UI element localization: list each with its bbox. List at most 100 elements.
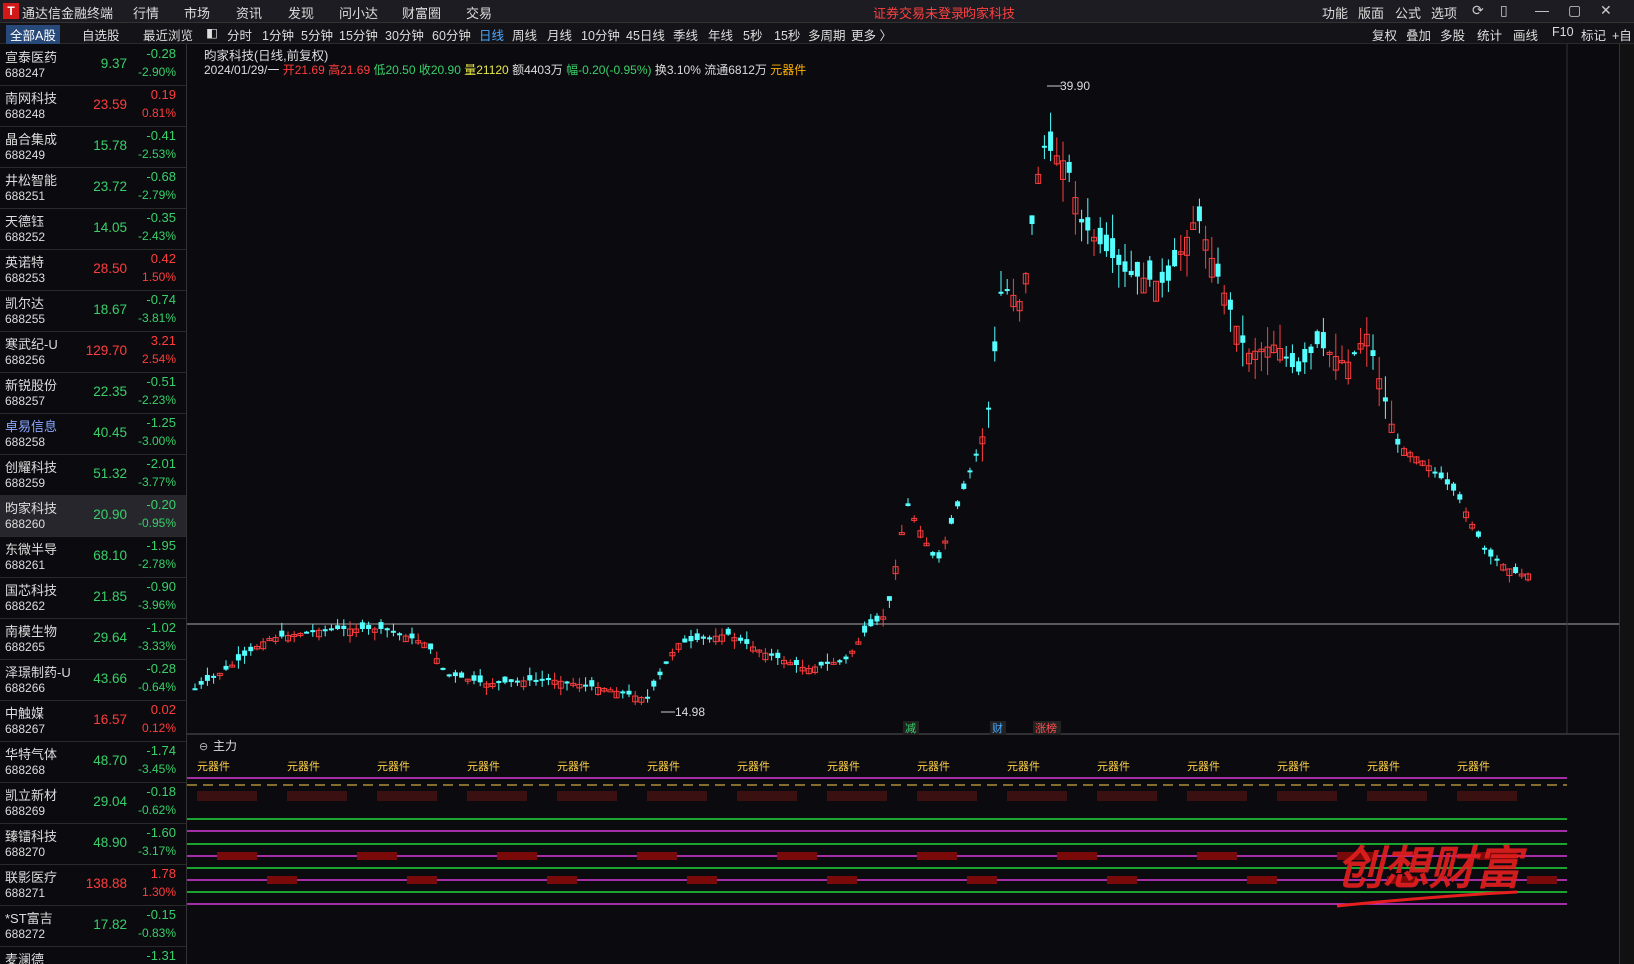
tab-period-quarter[interactable]: 季线 (673, 25, 698, 44)
tab-period-fenshi[interactable]: 分时 (227, 25, 252, 44)
stock-row[interactable]: 联影医疗 688271 138.88 1.78 1.30% (0, 864, 186, 906)
tool-f10[interactable]: F10 (1552, 25, 1574, 39)
stock-change: -2.01 (146, 456, 176, 471)
menu-shichang[interactable]: 市场 (184, 3, 210, 22)
stock-row[interactable]: 麦澜德 -1.31 (0, 946, 186, 964)
menu-hangqing[interactable]: 行情 (133, 3, 159, 22)
tab-period-daily[interactable]: 日线 (479, 25, 504, 44)
stock-row[interactable]: 东微半导 688261 68.10 -1.95 -2.78% (0, 536, 186, 578)
panel-toggle-icon[interactable]: ◧ (206, 25, 218, 40)
stock-row[interactable]: 井松智能 688251 23.72 -0.68 -2.79% (0, 167, 186, 209)
stock-row[interactable]: 卓易信息 688258 40.45 -1.25 -3.00% (0, 413, 186, 455)
tab-watchlist[interactable]: 自选股 (82, 25, 120, 44)
tab-period-year[interactable]: 年线 (708, 25, 733, 44)
tab-recent[interactable]: 最近浏览 (143, 25, 193, 44)
candle-body-down (936, 552, 942, 559)
candle-body-down (1494, 558, 1500, 561)
stock-row[interactable]: 创耀科技 688259 51.32 -2.01 -3.77% (0, 454, 186, 496)
stock-row[interactable]: 昀家科技 688260 20.90 -0.20 -0.95% (0, 495, 186, 537)
candle-body-down (1122, 261, 1128, 272)
menu-jiaoyi[interactable]: 交易 (466, 3, 492, 22)
tab-period-more[interactable]: 更多 〉 (851, 25, 892, 44)
menu-banmian[interactable]: 版面 (1358, 3, 1384, 22)
tab-period-5sec[interactable]: 5秒 (743, 25, 762, 44)
candle-body-down (1451, 483, 1457, 491)
stock-row[interactable]: 天德钰 688252 14.05 -0.35 -2.43% (0, 208, 186, 250)
indicator-bar (357, 852, 397, 860)
maximize-icon[interactable]: ▢ (1568, 2, 1581, 19)
close-icon[interactable]: ✕ (1600, 2, 1612, 19)
stock-row[interactable]: 英诺特 688253 28.50 0.42 1.50% (0, 249, 186, 291)
stock-row[interactable]: 中触媒 688267 16.57 0.02 0.12% (0, 700, 186, 742)
menu-caifuquan[interactable]: 财富圈 (402, 3, 441, 22)
tab-period-10min[interactable]: 10分钟 (581, 25, 620, 44)
menu-gongshi[interactable]: 公式 (1395, 3, 1421, 22)
tab-period-1min[interactable]: 1分钟 (262, 25, 294, 44)
indicator-tag: 元器件 (917, 760, 950, 773)
stock-row[interactable]: 宣泰医药 688247 9.37 -0.28 -2.90% (0, 44, 186, 86)
tab-period-60min[interactable]: 60分钟 (432, 25, 471, 44)
refresh-icon[interactable]: ⟳ (1472, 2, 1484, 19)
stock-price: 14.05 (93, 220, 127, 235)
candle-body-down (682, 638, 688, 643)
candle-body-down (725, 628, 731, 635)
tab-period-30min[interactable]: 30分钟 (385, 25, 424, 44)
indicator-tag: 元器件 (287, 760, 320, 773)
indicator-tag-block (917, 791, 977, 801)
right-scroll-bar[interactable] (1619, 44, 1634, 964)
tool-tongji[interactable]: 统计 (1477, 25, 1502, 44)
login-status[interactable]: 证券交易未登录 (873, 3, 964, 22)
tab-period-monthly[interactable]: 月线 (547, 25, 572, 44)
menu-gongneng[interactable]: 功能 (1322, 3, 1348, 22)
tool-huaxian[interactable]: 画线 (1513, 25, 1538, 44)
tool-add[interactable]: +自 (1612, 25, 1632, 44)
menu-faxian[interactable]: 发现 (288, 3, 314, 22)
menu-zixun[interactable]: 资讯 (236, 3, 262, 22)
tab-period-15min[interactable]: 15分钟 (339, 25, 378, 44)
tab-period-multi[interactable]: 多周期 (808, 25, 846, 44)
tab-period-weekly[interactable]: 周线 (512, 25, 537, 44)
indicator-tag-block (1007, 791, 1067, 801)
kline-svg[interactable]: 39.90 14.98 减 财 涨榜 ⊖ 主力元器件 元器件 元器件 元器件 元器件 元器件 元器件 元器… (187, 44, 1620, 964)
menu-xuanxiang[interactable]: 选项 (1431, 3, 1457, 22)
stock-name: 卓易信息 (5, 419, 58, 434)
tool-biaoji[interactable]: 标记 (1581, 25, 1606, 44)
stock-change: -1.02 (146, 620, 176, 635)
indicator-tag-block (467, 791, 527, 801)
tab-period-45day[interactable]: 45日线 (626, 25, 665, 44)
tab-all-a-shares[interactable]: 全部A股 (6, 25, 60, 44)
stock-change: -0.28 (146, 46, 176, 61)
candle-body-down (1048, 131, 1054, 151)
stock-row[interactable]: 华特气体 688268 48.70 -1.74 -3.45% (0, 741, 186, 783)
menu-wenxiaoda[interactable]: 问小达 (339, 3, 378, 22)
lock-icon[interactable]: ▯ (1500, 2, 1508, 19)
stock-row[interactable]: 凯尔达 688255 18.67 -0.74 -3.81% (0, 290, 186, 332)
candle-body-down (341, 625, 347, 629)
stock-row[interactable]: 新锐股份 688257 22.35 -0.51 -2.23% (0, 372, 186, 414)
tool-duogu[interactable]: 多股 (1440, 25, 1465, 44)
stock-row[interactable]: 国芯科技 688262 21.85 -0.90 -3.96% (0, 577, 186, 619)
minimize-icon[interactable]: — (1535, 2, 1549, 18)
stock-change-pct: -3.45% (137, 762, 176, 776)
stock-change-pct: -2.90% (137, 65, 176, 79)
stock-row[interactable]: 晶合集成 688249 15.78 -0.41 -2.53% (0, 126, 186, 168)
stock-row[interactable]: 臻镭科技 688270 48.90 -1.60 -3.17% (0, 823, 186, 865)
stock-row[interactable]: 寒武纪-U 688256 129.70 3.21 2.54% (0, 331, 186, 373)
stock-code: 688247 (5, 66, 46, 80)
candle-body-down (310, 630, 316, 633)
tool-fuquan[interactable]: 复权 (1372, 25, 1397, 44)
stock-row[interactable]: 泽璟制药-U 688266 43.66 -0.28 -0.64% (0, 659, 186, 701)
tool-diejia[interactable]: 叠加 (1406, 25, 1431, 44)
stock-row[interactable]: *ST富吉 688272 17.82 -0.15 -0.83% (0, 905, 186, 947)
stock-row[interactable]: 南网科技 688248 23.59 0.19 0.81% (0, 85, 186, 127)
stock-row[interactable]: 凯立新材 688269 29.04 -0.18 -0.62% (0, 782, 186, 824)
candle-body-down (1240, 335, 1246, 343)
tab-period-15sec[interactable]: 15秒 (774, 25, 800, 44)
candle-body-down (905, 503, 911, 506)
candle-body-down (502, 676, 508, 683)
tab-period-5min[interactable]: 5分钟 (301, 25, 333, 44)
candle-body-down (409, 633, 415, 639)
stock-row[interactable]: 南模生物 688265 29.64 -1.02 -3.33% (0, 618, 186, 660)
candle-body-down (973, 453, 979, 456)
candle-body-down (775, 652, 781, 659)
